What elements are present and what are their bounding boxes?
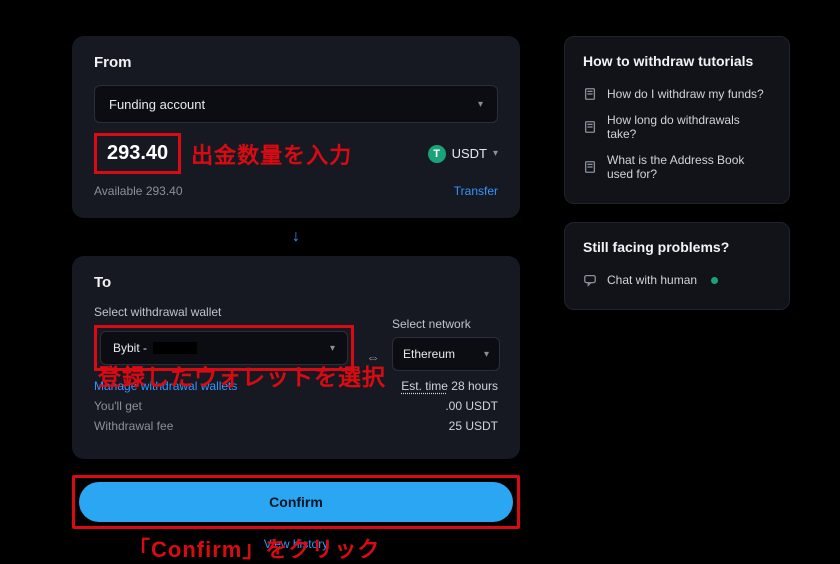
tutorials-title: How to withdraw tutorials <box>583 53 771 69</box>
network-value: Ethereum <box>403 347 455 361</box>
side-panel: How to withdraw tutorials How do I withd… <box>564 36 790 551</box>
wallet-select-label: Select withdrawal wallet <box>94 305 354 319</box>
chevron-down-icon: ▾ <box>484 349 489 360</box>
document-icon <box>583 160 597 174</box>
from-title: From <box>94 54 498 71</box>
available-text: Available 293.40 <box>94 184 183 198</box>
you-get-label: You'll get <box>94 399 142 413</box>
chevron-down-icon: ▾ <box>330 343 335 354</box>
wallet-value-prefix: Bybit - <box>113 341 147 355</box>
chat-icon <box>583 273 597 287</box>
document-icon <box>583 120 597 134</box>
usdt-icon: T <box>428 145 446 163</box>
to-card: To Select withdrawal wallet Bybit - ▾ <box>72 256 520 459</box>
currency-select[interactable]: T USDT ▾ <box>428 145 498 163</box>
chevron-down-icon: ▾ <box>493 148 498 159</box>
you-get-value: .00 USDT <box>445 399 498 413</box>
confirm-highlight-box: Confirm <box>72 475 520 529</box>
document-icon <box>583 87 597 101</box>
annotation-wallet: 登録したウォレットを選択 <box>98 358 386 392</box>
withdraw-form: From Funding account ▾ 293.40 出金数量を入力 T … <box>72 36 520 551</box>
withdraw-amount-input[interactable]: 293.40 <box>94 133 181 174</box>
currency-label: USDT <box>452 146 487 161</box>
est-time-value: 28 hours <box>451 379 498 393</box>
tutorials-card: How to withdraw tutorials How do I withd… <box>564 36 790 204</box>
annotation-confirm: 「Confirm」をクリック <box>128 532 380 564</box>
to-title: To <box>94 274 498 291</box>
online-status-dot <box>711 277 718 284</box>
fee-value: 25 USDT <box>449 419 498 433</box>
arrow-down-icon: ↓ <box>72 218 520 256</box>
funding-account-select[interactable]: Funding account ▾ <box>94 85 498 123</box>
chat-with-human-link[interactable]: Chat with human <box>583 267 771 293</box>
from-card: From Funding account ▾ 293.40 出金数量を入力 T … <box>72 36 520 218</box>
funding-account-value: Funding account <box>109 97 205 112</box>
fee-label: Withdrawal fee <box>94 419 173 433</box>
tutorial-link[interactable]: How long do withdrawals take? <box>583 107 771 147</box>
annotation-amount: 出金数量を入力 <box>191 138 352 170</box>
problems-title: Still facing problems? <box>583 239 771 255</box>
est-time-label: Est. time <box>401 379 448 393</box>
tutorial-link[interactable]: How do I withdraw my funds? <box>583 81 771 107</box>
wallet-masked-value <box>153 342 197 354</box>
network-select-label: Select network <box>392 317 500 331</box>
chevron-down-icon: ▾ <box>478 99 483 110</box>
confirm-button[interactable]: Confirm <box>79 482 513 522</box>
transfer-link[interactable]: Transfer <box>454 184 498 198</box>
tutorial-link[interactable]: What is the Address Book used for? <box>583 147 771 187</box>
problems-card: Still facing problems? Chat with human <box>564 222 790 310</box>
network-select[interactable]: Ethereum ▾ <box>392 337 500 371</box>
